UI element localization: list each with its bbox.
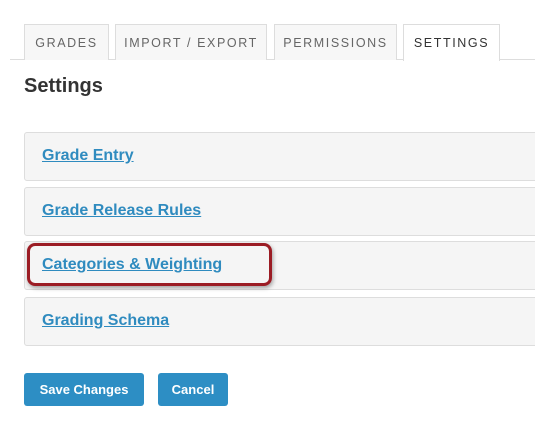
- grade-release-rules-link[interactable]: Grade Release Rules: [42, 202, 201, 220]
- tab-settings[interactable]: SETTINGS: [403, 24, 500, 61]
- tab-permissions[interactable]: PERMISSIONS: [274, 24, 397, 60]
- grade-entry-link[interactable]: Grade Entry: [42, 147, 134, 165]
- cancel-button[interactable]: Cancel: [158, 373, 228, 406]
- panel-grade-entry: Grade Entry: [24, 132, 535, 181]
- tab-import-export[interactable]: IMPORT / EXPORT: [115, 24, 267, 60]
- page-title: Settings: [24, 75, 103, 97]
- tab-grades[interactable]: GRADES: [24, 24, 109, 60]
- grading-schema-link[interactable]: Grading Schema: [42, 312, 169, 330]
- save-changes-button[interactable]: Save Changes: [24, 373, 144, 406]
- categories-weighting-link[interactable]: Categories & Weighting: [42, 256, 222, 274]
- panel-grading-schema: Grading Schema: [24, 297, 535, 346]
- tab-bar: GRADES IMPORT / EXPORT PERMISSIONS SETTI…: [0, 24, 535, 61]
- panel-grade-release-rules: Grade Release Rules: [24, 187, 535, 236]
- panel-categories-weighting: Categories & Weighting: [24, 241, 535, 290]
